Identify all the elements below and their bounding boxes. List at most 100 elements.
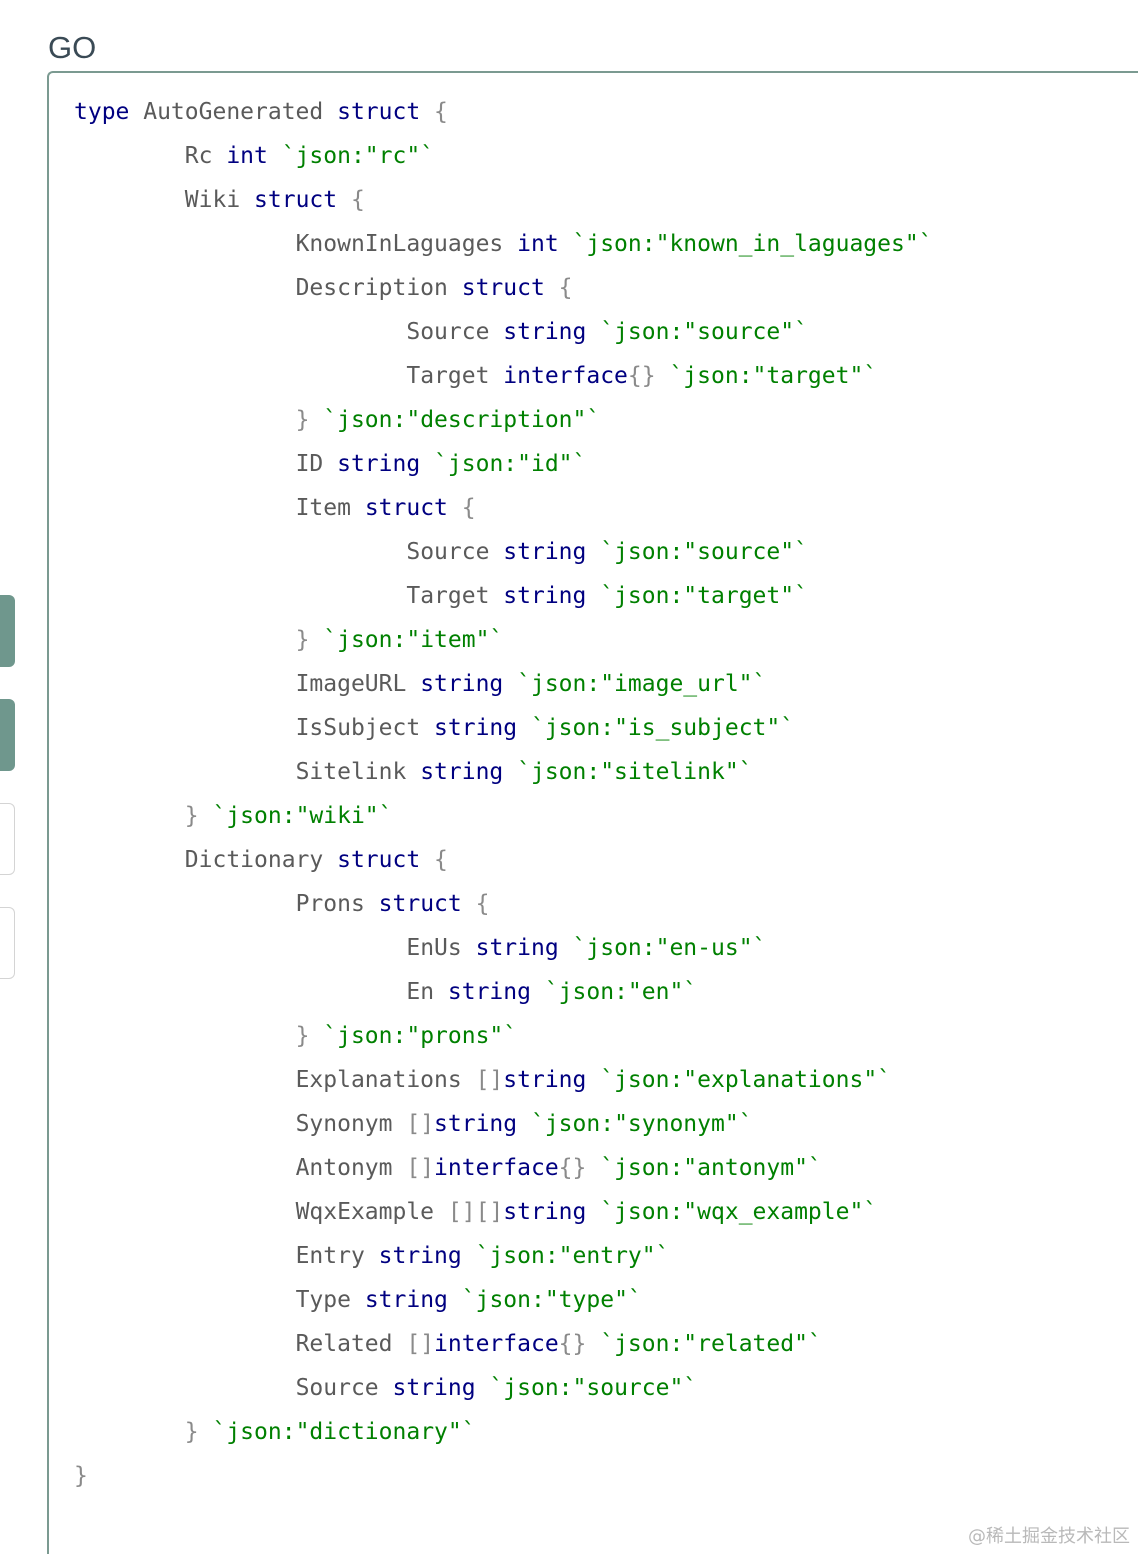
code-token-id: Target [406, 363, 504, 389]
code-token-kw: struct [378, 891, 462, 917]
code-token-id: Description [295, 275, 462, 301]
code-token-tag: `json:"en"` [530, 979, 698, 1005]
code-token-kw: string [337, 451, 421, 477]
code-token-p: {} [558, 1331, 587, 1357]
code-token-id: Sitelink [295, 759, 421, 785]
code-token-tag: `json:"sitelink"` [503, 759, 753, 785]
code-token-id: Item [295, 495, 365, 521]
code-token-p: {} [558, 1155, 587, 1181]
code-token-tag: `json:"entry"` [461, 1243, 670, 1269]
code-token-id: Rc [184, 143, 227, 169]
code-token-id: Entry [295, 1243, 379, 1269]
code-token-kw: string [378, 1243, 462, 1269]
code-token-p: } [184, 1419, 199, 1445]
code-line: WqxExample [][]string `json:"wqx_example… [74, 1190, 933, 1234]
code-token-kw: struct [461, 275, 545, 301]
code-token-p: } [295, 407, 310, 433]
side-tab-0[interactable] [0, 595, 15, 667]
watermark: @稀土掘金技术社区 [968, 1526, 1130, 1547]
code-token-p: [] [406, 1155, 435, 1181]
code-line: } `json:"prons"` [74, 1014, 933, 1058]
code-line: Source string `json:"source"` [74, 530, 933, 574]
code-token-p: { [447, 495, 476, 521]
code-token-kw: string [392, 1375, 476, 1401]
code-line: Sitelink string `json:"sitelink"` [74, 750, 933, 794]
code-token-kw: interface [434, 1331, 559, 1357]
code-token-p: { [461, 891, 490, 917]
go-code-block[interactable]: type AutoGenerated struct { Rc int `json… [74, 90, 933, 1498]
code-line: IsSubject string `json:"is_subject"` [74, 706, 933, 750]
code-token-p: { [420, 847, 448, 873]
code-token-kw: struct [254, 187, 338, 213]
code-token-tag: `json:"synonym"` [517, 1111, 753, 1137]
code-token-id: Source [406, 539, 504, 565]
code-token-kw: string [503, 1067, 587, 1093]
code-token-id: Prons [295, 891, 379, 917]
code-token-tag: `json:"wiki"` [198, 803, 393, 829]
code-line: } [74, 1454, 933, 1498]
side-tab-1[interactable] [0, 699, 15, 771]
side-tab-3[interactable] [0, 907, 15, 979]
code-token-id: Synonym [295, 1111, 407, 1137]
code-token-kw: string [503, 1199, 587, 1225]
code-token-p: } [184, 803, 199, 829]
code-line: Entry string `json:"entry"` [74, 1234, 933, 1278]
code-token-tag: `json:"target"` [586, 583, 808, 609]
code-token-kw: interface [434, 1155, 559, 1181]
code-token-kw: string [434, 1111, 518, 1137]
code-token-kw: string [503, 319, 587, 345]
code-line: type AutoGenerated struct { [74, 90, 933, 134]
code-token-id: ImageURL [295, 671, 421, 697]
code-token-id: Target [406, 583, 504, 609]
code-token-tag: `json:"description"` [309, 407, 601, 433]
code-token-id: IsSubject [295, 715, 435, 741]
code-token-id: EnUs [406, 935, 476, 961]
code-token-p: { [420, 99, 448, 125]
code-token-kw: string [475, 935, 559, 961]
code-line: ImageURL string `json:"image_url"` [74, 662, 933, 706]
code-token-tag: `json:"wqx_example"` [586, 1199, 878, 1225]
code-token-tag: `json:"source"` [586, 319, 808, 345]
code-token-kw: string [503, 539, 587, 565]
code-line: EnUs string `json:"en-us"` [74, 926, 933, 970]
code-token-kw: type [74, 99, 130, 125]
side-tab-2[interactable] [0, 803, 15, 875]
code-language-label: GO [48, 30, 97, 65]
code-token-p: [] [406, 1111, 435, 1137]
code-token-tag: `json:"source"` [586, 539, 808, 565]
code-token-tag: `json:"item"` [309, 627, 504, 653]
code-token-kw: int [226, 143, 268, 169]
code-token-kw: struct [364, 495, 448, 521]
code-line: Target interface{} `json:"target"` [74, 354, 933, 398]
code-token-tag: `json:"source"` [475, 1375, 698, 1401]
code-token-id: Dictionary [184, 847, 338, 873]
code-token-tag: `json:"dictionary"` [198, 1419, 476, 1445]
code-token-p: {} [627, 363, 656, 389]
code-line: Prons struct { [74, 882, 933, 926]
code-token-id: Source [406, 319, 504, 345]
code-line: ID string `json:"id"` [74, 442, 933, 486]
code-line: Explanations []string `json:"explanation… [74, 1058, 933, 1102]
code-line: Source string `json:"source"` [74, 310, 933, 354]
code-line: Wiki struct { [74, 178, 933, 222]
code-line: En string `json:"en"` [74, 970, 933, 1014]
code-line: KnownInLaguages int `json:"known_in_lagu… [74, 222, 933, 266]
